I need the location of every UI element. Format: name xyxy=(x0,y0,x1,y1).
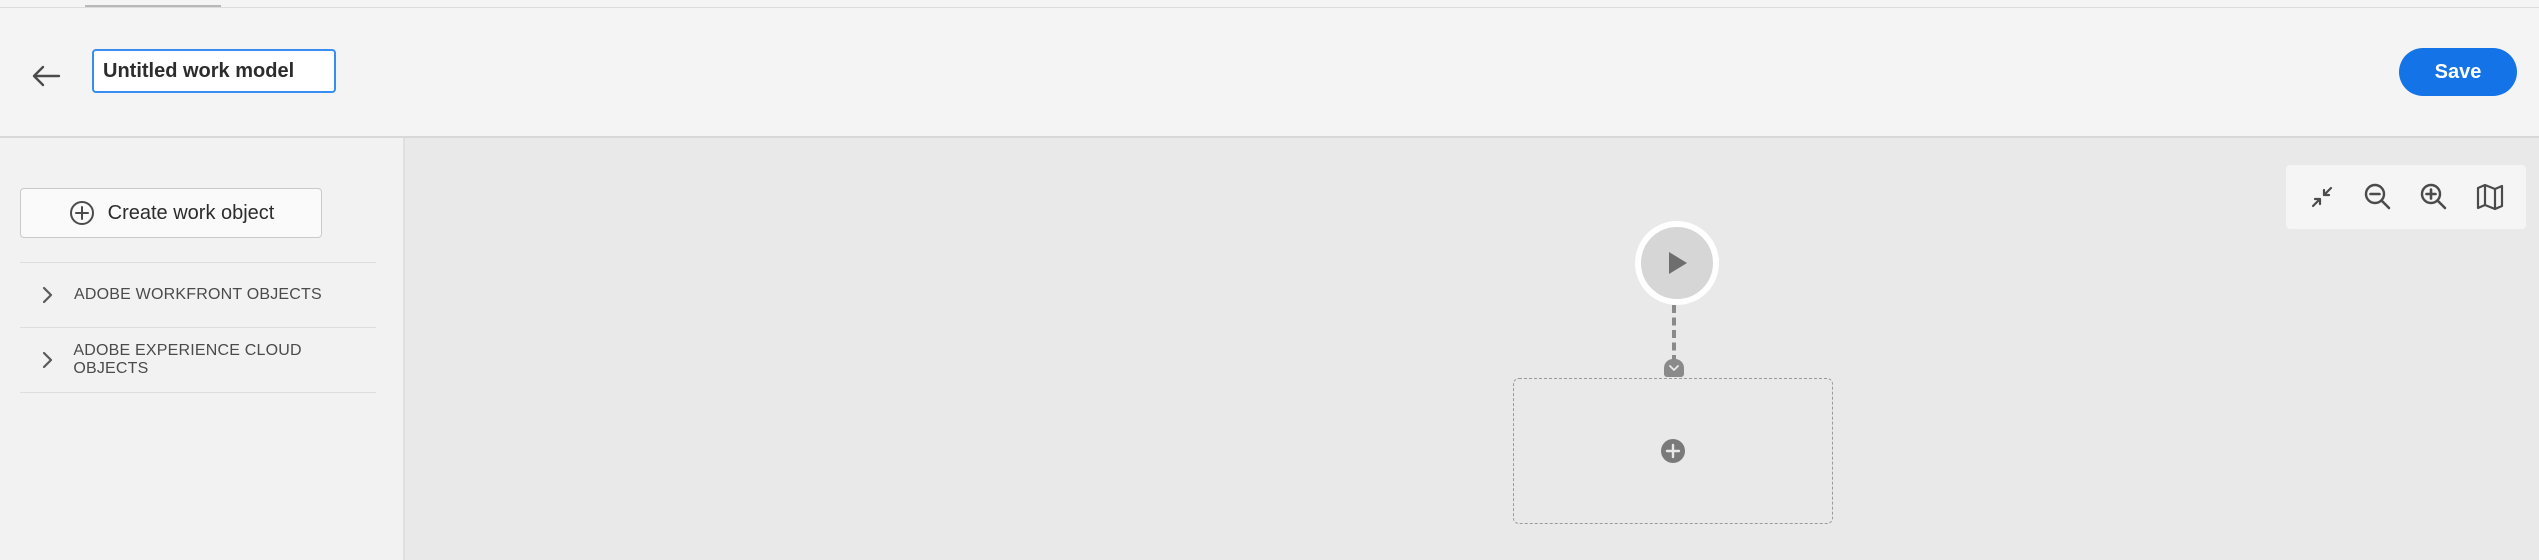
chevron-right-icon xyxy=(30,286,66,304)
canvas-toolbar xyxy=(2286,165,2526,229)
divider xyxy=(20,392,376,393)
section-adobe-experience-cloud-objects[interactable]: ADOBE EXPERIENCE CLOUD OBJECTS xyxy=(20,328,376,391)
section-adobe-workfront-objects[interactable]: ADOBE WORKFRONT OBJECTS xyxy=(20,263,376,326)
map-icon xyxy=(2476,183,2504,211)
section-label: ADOBE EXPERIENCE CLOUD OBJECTS xyxy=(73,341,302,377)
work-model-title-input[interactable] xyxy=(92,49,336,93)
start-node[interactable] xyxy=(1635,221,1719,305)
create-work-object-button[interactable]: Create work object xyxy=(20,188,322,238)
play-icon xyxy=(1669,252,1687,274)
save-button[interactable]: Save xyxy=(2399,48,2517,96)
chevron-down-icon xyxy=(1669,365,1679,371)
create-work-object-label: Create work object xyxy=(107,201,275,224)
zoom-in-button[interactable] xyxy=(2412,175,2456,219)
connector-line xyxy=(1672,305,1676,363)
connector-handle[interactable] xyxy=(1664,359,1684,377)
map-button[interactable] xyxy=(2468,175,2512,219)
add-circle-icon xyxy=(1661,439,1685,463)
zoom-out-button[interactable] xyxy=(2356,175,2400,219)
arrow-left-icon xyxy=(32,65,61,87)
collapse-icon xyxy=(2311,186,2333,208)
sidebar: Create work object ADOBE WORKFRONT OBJEC… xyxy=(0,138,405,560)
add-circle-icon xyxy=(69,201,94,225)
chevron-right-icon xyxy=(30,351,65,369)
section-label: ADOBE WORKFRONT OBJECTS xyxy=(74,285,322,303)
header: Save xyxy=(0,8,2539,138)
zoom-in-icon xyxy=(2420,183,2447,210)
zoom-out-icon xyxy=(2364,183,2391,210)
model-canvas[interactable] xyxy=(405,138,2539,560)
top-strip xyxy=(0,0,2539,8)
back-button[interactable] xyxy=(22,52,70,100)
add-object-drop-zone[interactable] xyxy=(1513,378,1833,524)
collapse-button[interactable] xyxy=(2300,175,2344,219)
tab-indicator xyxy=(85,0,221,7)
